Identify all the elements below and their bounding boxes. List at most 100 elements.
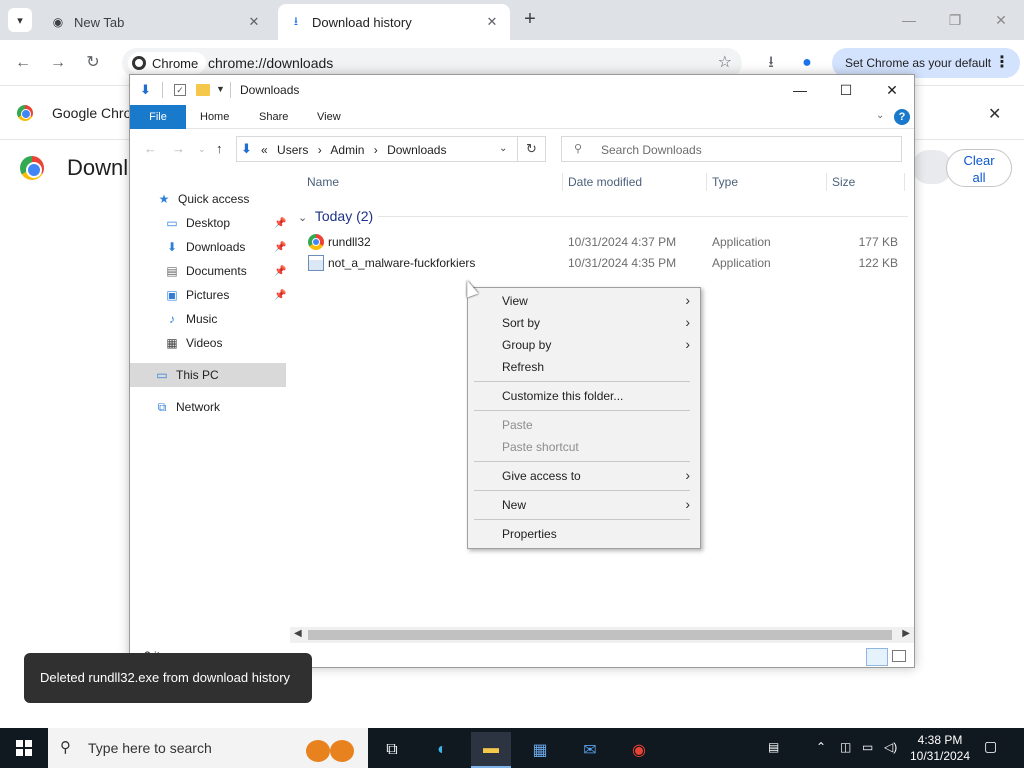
ribbon-tab-home[interactable]: Home bbox=[200, 105, 229, 129]
divider bbox=[562, 173, 563, 191]
nav-quick-access[interactable]: ★ Quick access bbox=[156, 187, 250, 211]
downloads-download-icon[interactable]: ⭳ bbox=[758, 50, 784, 76]
close-icon[interactable]: ✕ bbox=[872, 79, 912, 101]
scroll-right-icon[interactable]: ▶ bbox=[902, 628, 910, 639]
divider bbox=[230, 82, 231, 98]
minimize-icon[interactable]: — bbox=[886, 6, 932, 34]
volume-icon[interactable]: ◁) bbox=[884, 740, 897, 754]
file-date: 10/31/2024 4:35 PM bbox=[568, 256, 677, 270]
mail-icon[interactable]: ✉ bbox=[570, 732, 610, 768]
meet-icon[interactable]: ◫ bbox=[840, 740, 851, 754]
breadcrumb-users[interactable]: Users bbox=[277, 143, 308, 157]
notification-icon[interactable]: ▢ bbox=[984, 738, 997, 755]
refresh-icon[interactable]: ↻ bbox=[518, 136, 546, 162]
edge-icon[interactable]: ◐ bbox=[422, 732, 462, 768]
infobar-text: Google Chror bbox=[52, 105, 137, 121]
maximize-icon[interactable]: ☐ bbox=[826, 79, 866, 101]
nav-desktop[interactable]: ▭ Desktop 📌 bbox=[164, 211, 290, 235]
snackbar-toast: Deleted rundll32.exe from download histo… bbox=[24, 653, 312, 703]
tab-close-icon[interactable]: ✕ bbox=[246, 14, 262, 30]
nav-downloads[interactable]: ⬇ Downloads 📌 bbox=[164, 235, 290, 259]
large-icons-view-icon[interactable] bbox=[892, 650, 906, 662]
explorer-search-box[interactable]: ⚲ Search Downloads bbox=[561, 136, 902, 162]
menu-item-new[interactable]: New › bbox=[468, 494, 700, 516]
properties-check-icon[interactable]: ✓ bbox=[174, 84, 186, 96]
menu-item-customize-folder[interactable]: Customize this folder... bbox=[468, 385, 700, 407]
clear-all-button[interactable]: Clear all bbox=[946, 149, 1012, 187]
tab-download-history[interactable]: ⭳ Download history ✕ bbox=[278, 4, 510, 40]
details-view-icon[interactable] bbox=[866, 648, 888, 666]
back-icon[interactable]: ← bbox=[144, 141, 157, 156]
breadcrumb-overflow[interactable]: « bbox=[261, 143, 268, 157]
minimize-icon[interactable]: — bbox=[780, 79, 820, 101]
chrome-icon[interactable]: ◉ bbox=[619, 732, 659, 768]
recent-chevron-down-icon[interactable]: ⌄ bbox=[198, 144, 206, 155]
file-row[interactable]: not_a_malware-fuckforkiers 10/31/2024 4:… bbox=[306, 253, 908, 273]
ribbon-tab-share[interactable]: Share bbox=[259, 105, 288, 129]
chrome-tab-strip: ▾ ◉ New Tab ✕ ⭳ Download history ✕ + — ❐… bbox=[0, 0, 1024, 40]
tray-chevron-up-icon[interactable]: ⌃ bbox=[816, 740, 826, 754]
task-view-icon[interactable]: ⧉ bbox=[372, 732, 412, 768]
news-icon[interactable]: ▤ bbox=[768, 740, 779, 754]
scroll-thumb[interactable] bbox=[308, 630, 892, 640]
horizontal-scrollbar[interactable]: ◀ ▶ bbox=[290, 627, 914, 643]
breadcrumb-downloads[interactable]: Downloads bbox=[387, 143, 446, 157]
more-icon[interactable]: ⋮ bbox=[994, 48, 1010, 78]
tab-new-tab[interactable]: ◉ New Tab ✕ bbox=[40, 4, 272, 40]
new-tab-plus-icon[interactable]: + bbox=[518, 8, 542, 32]
address-chevron-down-icon[interactable]: ⌄ bbox=[499, 143, 507, 154]
file-explorer-folder-icon[interactable]: ▬ bbox=[471, 732, 511, 768]
network-icon[interactable]: ▭ bbox=[862, 740, 873, 754]
nav-network[interactable]: ⧉ Network bbox=[154, 395, 220, 419]
start-button[interactable] bbox=[0, 728, 48, 768]
column-size[interactable]: Size bbox=[832, 175, 855, 189]
restore-icon[interactable]: ❐ bbox=[932, 6, 978, 34]
ribbon-tab-file[interactable]: File bbox=[130, 105, 186, 129]
nav-label: Videos bbox=[186, 336, 223, 350]
forward-icon[interactable]: → bbox=[172, 141, 185, 156]
group-header-today[interactable]: ⌄ Today (2) bbox=[298, 208, 908, 224]
nav-music[interactable]: ♪ Music bbox=[164, 307, 217, 331]
menu-item-refresh[interactable]: Refresh bbox=[468, 356, 700, 378]
up-icon[interactable]: ↑ bbox=[216, 141, 223, 156]
menu-label: Paste bbox=[502, 418, 533, 432]
divider bbox=[378, 216, 908, 217]
menu-item-sort-by[interactable]: Sort by › bbox=[468, 312, 700, 334]
bookmark-star-icon[interactable]: ☆ bbox=[718, 52, 732, 72]
new-folder-icon[interactable] bbox=[196, 84, 210, 96]
download-icon: ⭳ bbox=[293, 13, 299, 28]
site-chip[interactable]: Chrome bbox=[128, 52, 207, 74]
ribbon-tab-view[interactable]: View bbox=[317, 105, 341, 129]
explorer-address-bar[interactable]: ⬇ « Users › Admin › Downloads ⌄ bbox=[236, 136, 518, 162]
tab-search-chevron-down-icon[interactable]: ▾ bbox=[8, 8, 32, 32]
file-row[interactable]: rundll32 10/31/2024 4:37 PM Application … bbox=[306, 232, 908, 252]
menu-item-give-access[interactable]: Give access to › bbox=[468, 465, 700, 487]
profile-icon[interactable]: ● bbox=[794, 50, 820, 76]
taskbar-search[interactable]: ⚲ Type here to search bbox=[48, 728, 368, 768]
taskbar-clock[interactable]: 4:38 PM 10/31/2024 bbox=[904, 732, 976, 764]
halloween-pumpkin-icon bbox=[292, 734, 362, 764]
column-type[interactable]: Type bbox=[712, 175, 738, 189]
column-date-modified[interactable]: Date modified bbox=[568, 175, 642, 189]
infobar-close-icon[interactable]: ✕ bbox=[988, 104, 1001, 124]
nav-videos[interactable]: ▦ Videos bbox=[164, 331, 222, 355]
expand-ribbon-chevron-down-icon[interactable]: ⌄ bbox=[876, 110, 884, 121]
nav-this-pc[interactable]: ▭ This PC bbox=[130, 363, 286, 387]
menu-label: Customize this folder... bbox=[502, 389, 624, 403]
customize-chevron-down-icon[interactable]: ▼ bbox=[216, 84, 225, 94]
back-icon[interactable]: ← bbox=[10, 50, 36, 76]
reload-icon[interactable]: ↻ bbox=[80, 50, 106, 76]
column-name[interactable]: Name bbox=[307, 175, 339, 189]
menu-item-properties[interactable]: Properties bbox=[468, 523, 700, 545]
scroll-left-icon[interactable]: ◀ bbox=[294, 628, 302, 639]
menu-item-view[interactable]: View › bbox=[468, 290, 700, 312]
nav-pictures[interactable]: ▣ Pictures 📌 bbox=[164, 283, 290, 307]
close-window-icon[interactable]: ✕ bbox=[978, 6, 1024, 34]
breadcrumb-admin[interactable]: Admin bbox=[330, 143, 364, 157]
help-icon[interactable]: ? bbox=[894, 109, 910, 125]
menu-item-group-by[interactable]: Group by › bbox=[468, 334, 700, 356]
tab-close-icon[interactable]: ✕ bbox=[484, 14, 500, 30]
store-icon[interactable]: ▦ bbox=[520, 732, 560, 768]
forward-icon[interactable]: → bbox=[45, 50, 71, 76]
nav-documents[interactable]: ▤ Documents 📌 bbox=[164, 259, 290, 283]
